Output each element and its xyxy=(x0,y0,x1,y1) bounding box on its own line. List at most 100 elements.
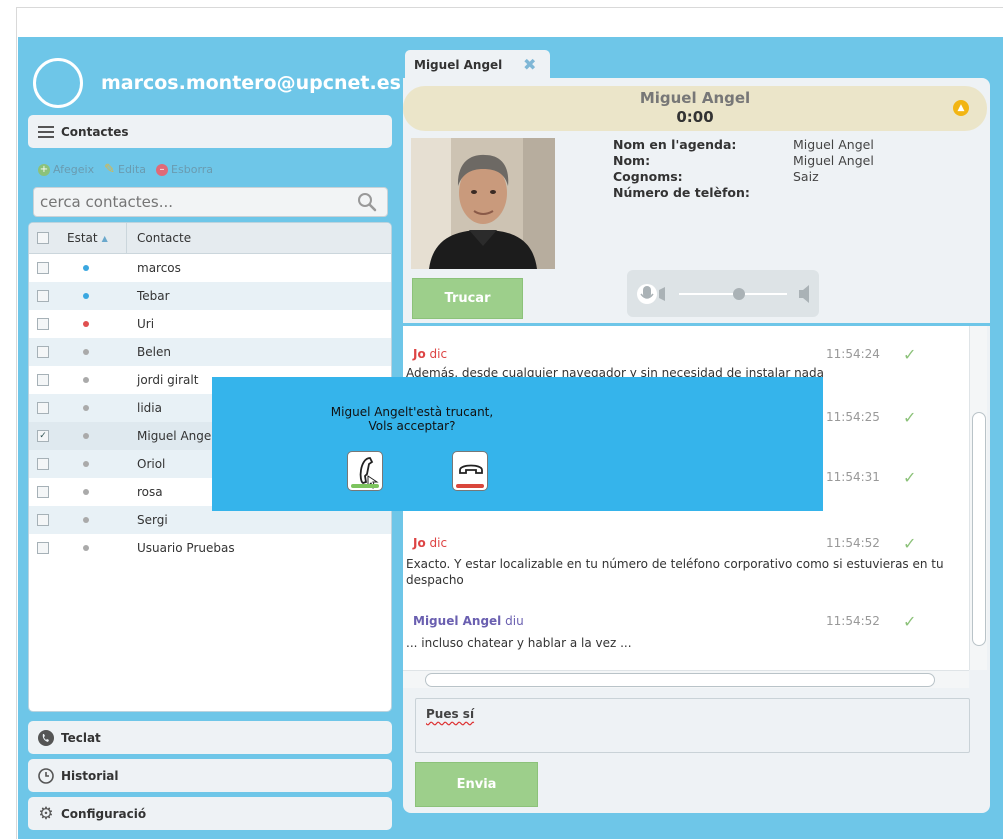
row-checkbox[interactable] xyxy=(37,290,49,302)
row-checkbox[interactable] xyxy=(37,346,49,358)
avatar[interactable] xyxy=(33,58,83,108)
message-text: Exacto. Y estar localizable en tu número… xyxy=(406,557,944,587)
contact-row[interactable]: Tebar xyxy=(29,282,391,310)
user-header: marcos.montero@upcnet.es xyxy=(33,58,401,108)
microphone-icon xyxy=(637,284,665,304)
contact-name: marcos xyxy=(137,261,181,275)
row-checkbox[interactable] xyxy=(37,402,49,414)
tab-label: Miguel Angel xyxy=(414,58,503,72)
close-icon[interactable]: ✖ xyxy=(523,55,536,74)
contact-row[interactable]: Usuario Pruebas xyxy=(29,534,391,562)
row-checkbox[interactable] xyxy=(37,458,49,470)
message-time: 11:54:52 xyxy=(826,614,880,628)
name-label: Nom: xyxy=(613,153,651,168)
chat-vertical-scrollbar[interactable] xyxy=(969,326,987,670)
keypad-button[interactable]: Teclat xyxy=(28,721,392,754)
delivered-check-icon: ✓ xyxy=(903,612,917,631)
call-status-bar: Miguel Angel 0:00 ▲ xyxy=(403,86,987,131)
row-checkbox[interactable] xyxy=(37,374,49,386)
accept-bar xyxy=(351,484,379,488)
pencil-icon: ✎ xyxy=(104,162,115,177)
contact-name: Uri xyxy=(137,317,155,331)
clock-icon xyxy=(36,767,56,784)
reject-bar xyxy=(456,484,484,488)
contact-actions: + Afegeix ✎ Edita – Esborra xyxy=(38,162,213,177)
contact-name: Sergi xyxy=(137,513,168,527)
delete-contact-button[interactable]: – Esborra xyxy=(156,162,213,177)
gear-icon: ⚙ xyxy=(38,803,54,824)
contact-name: rosa xyxy=(137,485,163,499)
send-button[interactable]: Envia xyxy=(415,762,538,807)
scroll-thumb[interactable] xyxy=(972,412,986,646)
row-checkbox[interactable] xyxy=(37,514,49,526)
delivered-check-icon: ✓ xyxy=(903,345,917,364)
contact-name: Belen xyxy=(137,345,171,359)
history-button[interactable]: Historial xyxy=(28,759,392,792)
delivered-check-icon: ✓ xyxy=(903,408,917,427)
reject-call-button[interactable] xyxy=(452,451,488,491)
status-dot xyxy=(83,265,89,271)
message-time: 11:54:52 xyxy=(826,536,880,550)
delivered-check-icon: ✓ xyxy=(903,534,917,553)
surname-label: Cognoms: xyxy=(613,169,683,184)
contact-name: lidia xyxy=(137,401,162,415)
collapse-up-icon[interactable]: ▲ xyxy=(953,100,969,116)
row-checkbox[interactable] xyxy=(37,262,49,274)
status-dot xyxy=(83,321,89,327)
contact-name: Usuario Pruebas xyxy=(137,541,235,555)
agenda-label: Nom en l'agenda: xyxy=(613,137,737,152)
message-header: Jo dic xyxy=(413,536,448,550)
select-all-checkbox[interactable] xyxy=(37,232,49,244)
speaker-icon xyxy=(799,285,809,303)
user-email: marcos.montero@upcnet.es xyxy=(101,72,401,94)
list-icon xyxy=(36,125,56,138)
row-checkbox[interactable] xyxy=(37,318,49,330)
contacts-header[interactable]: Contactes xyxy=(28,115,392,148)
contact-name: Tebar xyxy=(137,289,170,303)
settings-button[interactable]: ⚙ Configuració xyxy=(28,797,392,830)
contact-row[interactable]: marcos xyxy=(29,254,391,282)
status-dot xyxy=(83,461,89,467)
status-dot xyxy=(83,545,89,551)
volume-slider-knob xyxy=(733,288,745,300)
audio-controls xyxy=(627,270,819,317)
chat-horizontal-scrollbar[interactable] xyxy=(403,670,969,688)
message-input[interactable]: Pues sí xyxy=(415,698,970,753)
contact-name: Oriol xyxy=(137,457,166,471)
contact-name: Miguel Angel xyxy=(137,429,215,443)
name-value: Miguel Angel xyxy=(793,153,874,168)
row-checkbox[interactable] xyxy=(37,542,49,554)
column-contact[interactable]: Contacte xyxy=(127,231,191,245)
tab-miguel-angel[interactable]: Miguel Angel ✖ xyxy=(405,50,550,80)
phone-icon xyxy=(36,729,56,746)
search-icon[interactable] xyxy=(357,192,377,215)
scroll-thumb[interactable] xyxy=(425,673,935,687)
edit-contact-button[interactable]: ✎ Edita xyxy=(104,162,146,177)
minus-icon: – xyxy=(156,163,169,176)
search-input[interactable] xyxy=(40,193,350,211)
message-header: Jo dic xyxy=(413,347,448,361)
accept-call-button[interactable] xyxy=(347,451,383,491)
status-dot xyxy=(83,433,89,439)
status-dot xyxy=(83,377,89,383)
add-contact-button[interactable]: + Afegeix xyxy=(38,162,94,177)
dialog-message: Miguel Angelt'està trucant, Vols accepta… xyxy=(330,405,494,433)
contact-row[interactable]: Uri xyxy=(29,310,391,338)
contacts-table-header: Estat ▲ Contacte xyxy=(29,223,391,254)
incoming-call-dialog: Miguel Angelt'està trucant, Vols accepta… xyxy=(212,377,823,511)
plus-icon: + xyxy=(38,163,50,176)
message-header: Miguel Angel diu xyxy=(413,614,524,628)
contact-search[interactable] xyxy=(33,187,388,217)
column-state[interactable]: Estat ▲ xyxy=(57,223,127,253)
row-checkbox[interactable] xyxy=(37,486,49,498)
status-dot xyxy=(83,489,89,495)
call-button[interactable]: Trucar xyxy=(412,278,523,319)
frame-border-left xyxy=(16,7,17,839)
message-time: 11:54:25 xyxy=(826,410,880,424)
contact-row[interactable]: Belen xyxy=(29,338,391,366)
status-dot xyxy=(83,405,89,411)
row-checkbox[interactable]: ✓ xyxy=(37,430,49,442)
contact-name: jordi giralt xyxy=(137,373,199,387)
sort-asc-icon: ▲ xyxy=(101,233,108,243)
frame-border-top xyxy=(16,7,1003,8)
